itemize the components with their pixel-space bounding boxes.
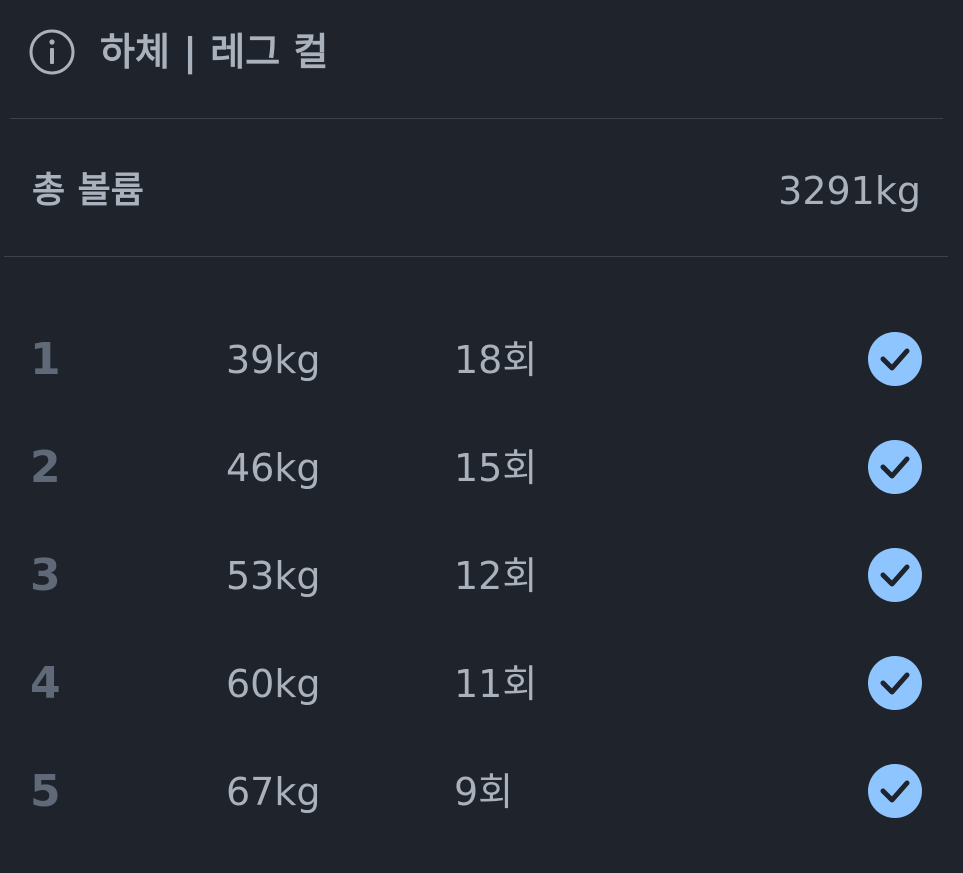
- summary-divider: [4, 256, 948, 257]
- exercise-title: 하체 | 레그 컬: [100, 30, 329, 74]
- set-number: 4: [30, 658, 61, 709]
- set-weight: 46kg: [226, 446, 321, 490]
- set-reps: 15회: [454, 446, 538, 490]
- info-icon[interactable]: [28, 28, 76, 76]
- set-row: 3 53kg 12회: [0, 520, 963, 628]
- set-number: 5: [30, 766, 61, 817]
- header-divider: [10, 118, 943, 119]
- set-number: 1: [30, 334, 61, 385]
- set-weight: 60kg: [226, 662, 321, 706]
- set-weight: 39kg: [226, 338, 321, 382]
- set-reps: 11회: [454, 662, 538, 706]
- total-volume-row: 총 볼륨 3291kg: [0, 120, 963, 256]
- set-reps: 12회: [454, 554, 538, 598]
- set-reps: 9회: [454, 770, 514, 814]
- set-row: 5 67kg 9회: [0, 736, 963, 844]
- set-weight: 53kg: [226, 554, 321, 598]
- check-circle-icon[interactable]: [868, 440, 922, 494]
- set-weight: 67kg: [226, 770, 321, 814]
- check-circle-icon[interactable]: [868, 332, 922, 386]
- check-circle-icon[interactable]: [868, 548, 922, 602]
- set-reps: 18회: [454, 338, 538, 382]
- check-circle-icon[interactable]: [868, 764, 922, 818]
- set-row: 2 46kg 15회: [0, 412, 963, 520]
- set-number: 2: [30, 442, 61, 493]
- set-row: 1 39kg 18회: [0, 304, 963, 412]
- total-volume-value: 3291kg: [778, 169, 921, 213]
- exercise-header: 하체 | 레그 컬: [0, 0, 963, 104]
- set-row: 4 60kg 11회: [0, 628, 963, 736]
- set-list: 1 39kg 18회 2 46kg 15회 3 53kg 12회 4 60kg …: [0, 304, 963, 844]
- total-volume-label: 총 볼륨: [32, 170, 144, 211]
- set-number: 3: [30, 550, 61, 601]
- check-circle-icon[interactable]: [868, 656, 922, 710]
